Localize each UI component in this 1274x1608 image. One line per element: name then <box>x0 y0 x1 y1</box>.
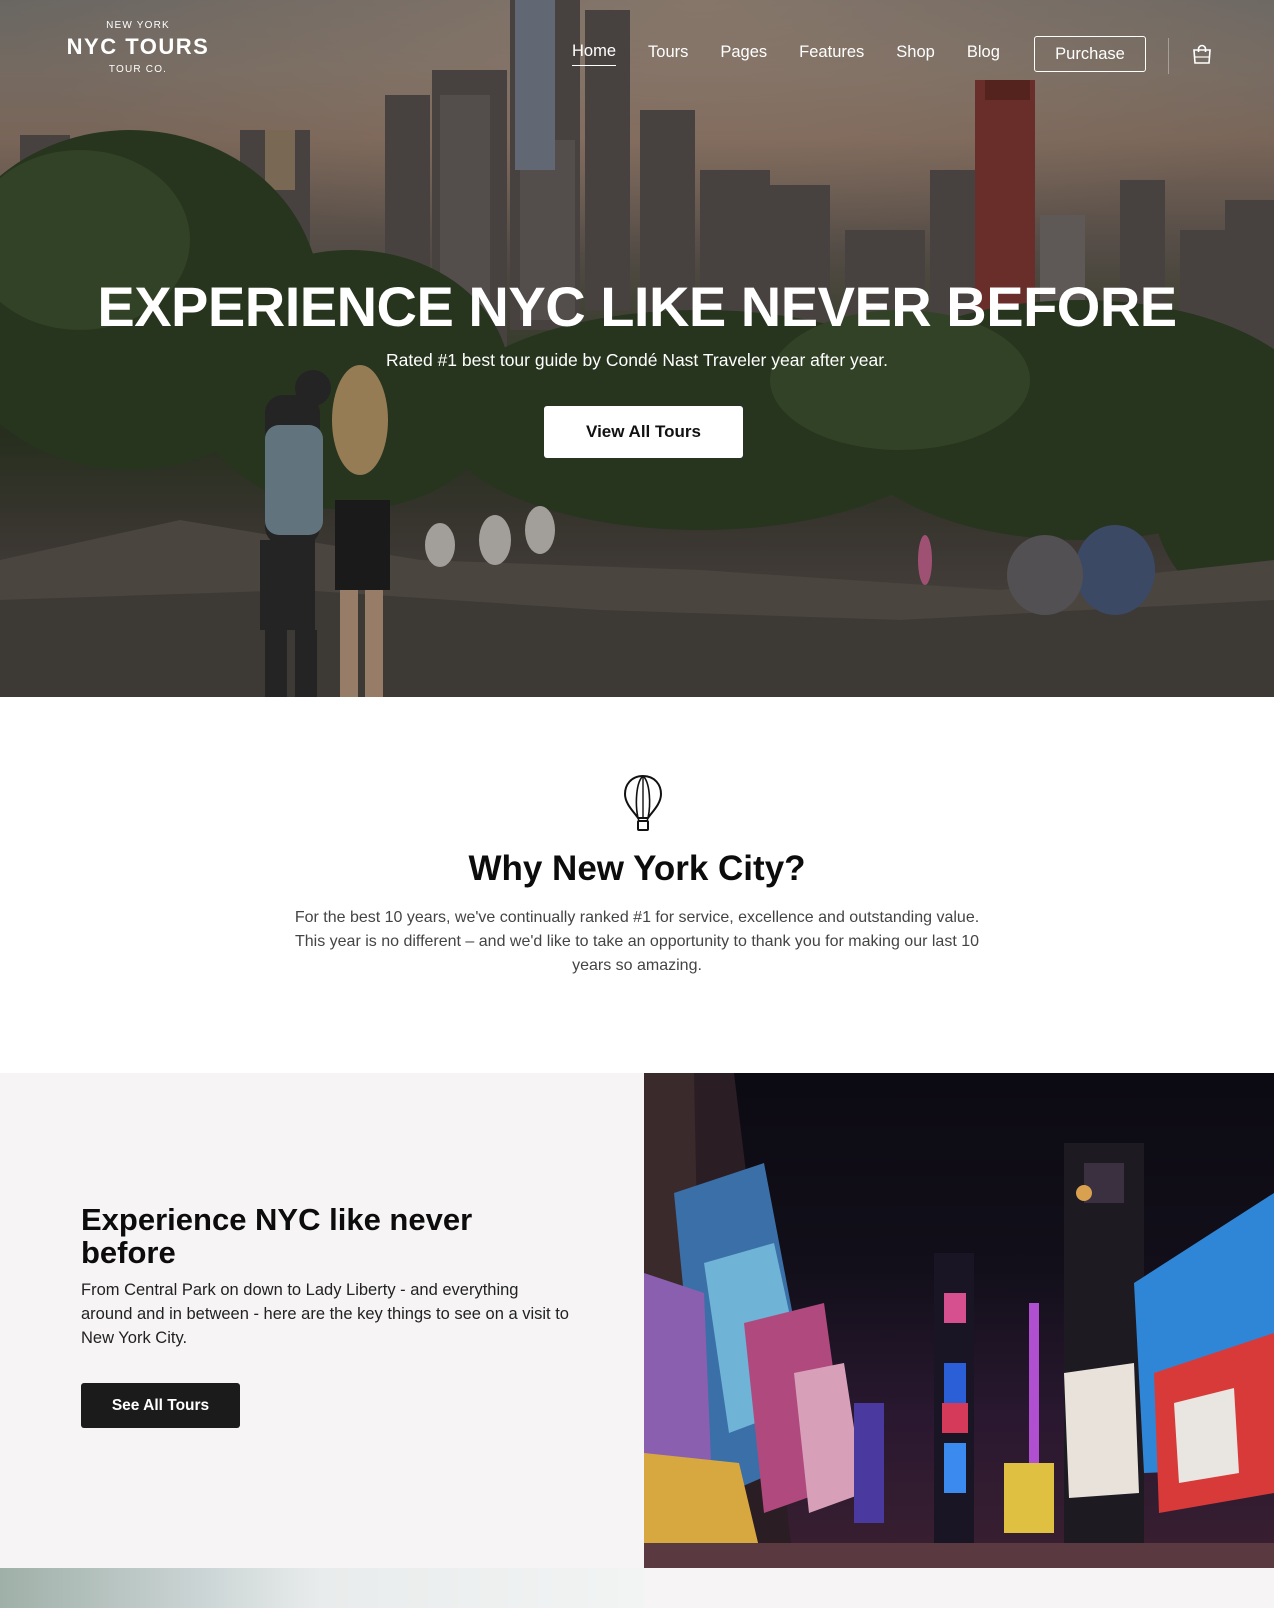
hot-air-balloon-icon <box>623 774 663 831</box>
main-nav: Home Tours Pages Features Shop Blog <box>572 42 1032 66</box>
why-title: Why New York City? <box>468 849 806 888</box>
why-section: Why New York City? For the best 10 years… <box>0 697 1274 1073</box>
next-section-panel <box>644 1568 1274 1608</box>
logo-top-text: NEW YORK <box>106 20 170 31</box>
shopping-bag-icon[interactable] <box>1192 44 1212 64</box>
purchase-button[interactable]: Purchase <box>1034 36 1146 72</box>
view-all-tours-button[interactable]: View All Tours <box>544 406 743 458</box>
nav-item-blog[interactable]: Blog <box>967 43 1000 66</box>
feature-title: Experience NYC like never before <box>81 1202 473 1270</box>
why-description: For the best 10 years, we've continually… <box>294 909 980 974</box>
times-square-image <box>644 1073 1274 1568</box>
logo[interactable]: NEW YORK NYC TOURS TOUR CO. <box>66 20 210 75</box>
hero-title: EXPERIENCE NYC LIKE NEVER BEFORE <box>97 275 1177 338</box>
navbar: NEW YORK NYC TOURS TOUR CO. Home Tours P… <box>0 0 1274 110</box>
logo-main-text: NYC TOURS <box>66 34 210 59</box>
feature-description: From Central Park on down to Lady Libert… <box>81 1281 569 1347</box>
see-all-tours-button[interactable]: See All Tours <box>81 1383 240 1428</box>
times-square-scene <box>644 1073 1274 1568</box>
nav-item-shop[interactable]: Shop <box>896 43 935 66</box>
nav-divider <box>1168 38 1169 74</box>
hero-section: NEW YORK NYC TOURS TOUR CO. Home Tours P… <box>0 0 1274 697</box>
nav-item-pages[interactable]: Pages <box>720 43 767 66</box>
logo-bottom-text: TOUR CO. <box>108 64 168 75</box>
hero-subtitle: Rated #1 best tour guide by Condé Nast T… <box>386 350 888 370</box>
nav-item-features[interactable]: Features <box>799 43 864 66</box>
next-section-image <box>0 1568 644 1608</box>
nav-item-tours[interactable]: Tours <box>648 43 688 66</box>
feature-text-panel: Experience NYC like never before From Ce… <box>0 1073 644 1568</box>
nav-item-home[interactable]: Home <box>572 42 617 66</box>
